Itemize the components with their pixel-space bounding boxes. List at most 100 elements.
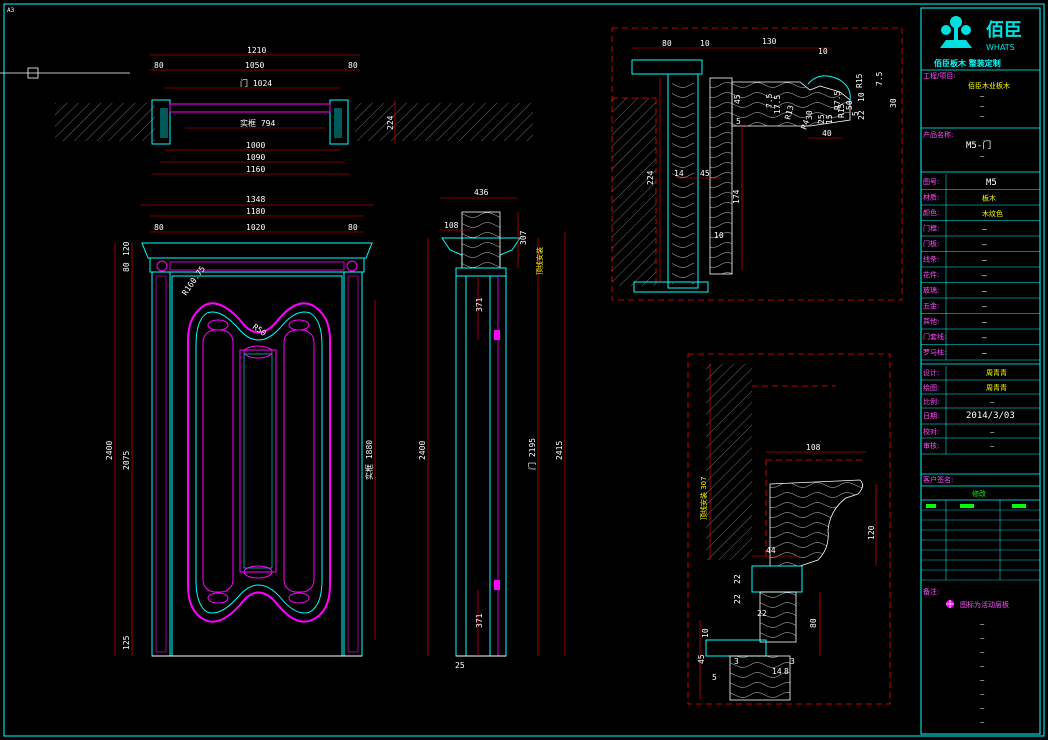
field-value: — — [982, 333, 987, 342]
wall-hatch-right — [355, 103, 533, 141]
db-dim-45: 45 — [697, 654, 706, 664]
field-value: — — [982, 225, 987, 234]
dt-dim-40: 40 — [822, 129, 832, 138]
front-dim-1348: 1348 — [246, 195, 265, 204]
field-label: 图号: — [923, 178, 939, 186]
plan-dim-794: 实框 794 — [240, 118, 275, 128]
side-dim-108: 108 — [444, 221, 459, 230]
front-elevation: 1348 1180 80 1020 80 2400 2075 80 120 12… — [105, 195, 376, 657]
db-dim-120: 120 — [867, 525, 876, 540]
db-dim-22b: 22 — [733, 594, 742, 604]
field-label: 五金: — [923, 301, 939, 310]
svg-text:—: — — [980, 704, 985, 712]
db-dim-8: 8 — [784, 667, 789, 676]
side-dim-2195: 门 2195 — [527, 438, 537, 470]
dt-dim-45: 45 — [700, 169, 710, 178]
field-value: — — [982, 240, 987, 249]
db-dim-10: 10 — [701, 628, 710, 638]
side-dim-2415: 2415 — [555, 441, 564, 460]
svg-text:—: — — [980, 634, 985, 642]
dt-dim-30a: 30 — [805, 110, 814, 120]
brand-en: WHATS — [986, 43, 1015, 52]
front-dim-125: 125 — [122, 635, 131, 650]
product-value: M5-门 — [966, 139, 991, 151]
field-label: 罗马柱: — [923, 348, 946, 357]
field-value: — — [982, 256, 987, 265]
dt-dim-30b: 30 — [889, 98, 898, 108]
field-label: 门板: — [923, 239, 939, 248]
cursor-crosshair — [0, 67, 130, 79]
db-dim-3a: 3 — [734, 657, 739, 666]
dt-dim-50: 50 — [845, 100, 854, 110]
dt-dim-224: 224 — [646, 170, 655, 185]
svg-text:—: — — [980, 676, 985, 684]
svg-text:—: — — [980, 152, 985, 160]
front-dim-1880: 实框 1880 — [364, 440, 374, 480]
side-dim-2400: 2400 — [418, 441, 427, 460]
revision-header: 修改 — [972, 489, 986, 498]
db-dim-5: 5 — [712, 673, 717, 682]
field-value: — — [982, 287, 987, 296]
draw-value: 周青青 — [986, 383, 1007, 392]
plan-dim-1160: 1160 — [246, 165, 265, 174]
side-dim-436: 436 — [474, 188, 489, 197]
plan-dim-80-right: 80 — [348, 61, 358, 70]
plan-dim-1000: 1000 — [246, 141, 265, 150]
brand-slogan: 佰臣板木 整装定制 — [934, 58, 1001, 68]
dt-dim-130: 130 — [762, 37, 777, 46]
scale-label: 比例: — [923, 397, 939, 406]
notes-label: 备注: — [923, 587, 939, 596]
front-dim-80-top: 80 — [122, 262, 131, 272]
field-label: 花件: — [923, 270, 939, 279]
dt-dim-5: 5 — [736, 117, 741, 126]
revision-table — [921, 500, 1040, 581]
dt-dim-10d: 10 — [857, 92, 866, 102]
wall-hatch-left — [55, 103, 155, 141]
svg-text:—: — — [980, 690, 985, 698]
db-dim-44: 44 — [766, 546, 776, 555]
notes-legend: 图标为活动层板 — [946, 600, 1009, 609]
field-label: 门套线: — [923, 332, 946, 341]
detail-top-section: 80 10 130 10 224 14 45 174 10 45 5 7.5 1… — [611, 27, 903, 301]
field-value: — — [982, 302, 987, 311]
front-dim-r50: R50 — [251, 322, 268, 338]
dt-dim-174: 174 — [732, 189, 741, 204]
plan-dim-80-left: 80 — [154, 61, 164, 70]
db-dim-108: 108 — [806, 443, 821, 452]
svg-text:—: — — [980, 718, 985, 726]
front-dim-1180: 1180 — [246, 207, 265, 216]
product-label: 产品名称: — [923, 130, 953, 139]
field-label: 线条: — [923, 255, 939, 264]
plan-dim-1050: 1050 — [245, 61, 264, 70]
dt-dim-17-5: 17.5 — [773, 95, 782, 114]
dt-dim-r15b: R15 — [855, 73, 864, 88]
draw-label: 绘图: — [923, 383, 939, 392]
db-dim-22c: 22 — [757, 609, 767, 618]
approve-label: 审核: — [923, 441, 939, 450]
check-value: — — [990, 428, 995, 436]
brand-logo: 佰臣 WHATS — [940, 16, 1022, 52]
front-dim-1020: 1020 — [246, 223, 265, 232]
brand-cn: 佰臣 — [986, 19, 1022, 41]
svg-text:—: — — [980, 102, 985, 110]
field-label: 颜色: — [923, 208, 939, 217]
field-value: — — [982, 271, 987, 280]
dt-dim-80: 80 — [662, 39, 672, 48]
side-note-cornice: 顶线安装 — [535, 247, 544, 275]
scale-value: — — [990, 398, 995, 406]
client-sign-label: 客户签名: — [923, 475, 953, 484]
field-label: 玻璃: — [923, 286, 939, 295]
svg-text:—: — — [980, 662, 985, 670]
db-dim-14: 14 — [772, 667, 782, 676]
date-label: 日期: — [923, 412, 939, 420]
design-value: 周青青 — [986, 368, 1007, 377]
front-dim-120: 120 — [122, 241, 131, 256]
sign-rows: 设计: 周青青 绘图: 周青青 比例: — 日期: 2014/3/03 校对: … — [921, 366, 1040, 455]
cad-drawing-canvas: A3 1210 80 1050 80 门 1024 实框 794 1000 10… — [0, 3, 1045, 737]
field-label: 门框: — [923, 224, 939, 233]
plan-dim-224: 224 — [386, 115, 395, 130]
svg-text:—: — — [980, 648, 985, 656]
db-dim-80: 80 — [809, 618, 818, 628]
notes-text: 图标为活动层板 — [960, 600, 1009, 609]
front-dim-80-left: 80 — [154, 223, 164, 232]
